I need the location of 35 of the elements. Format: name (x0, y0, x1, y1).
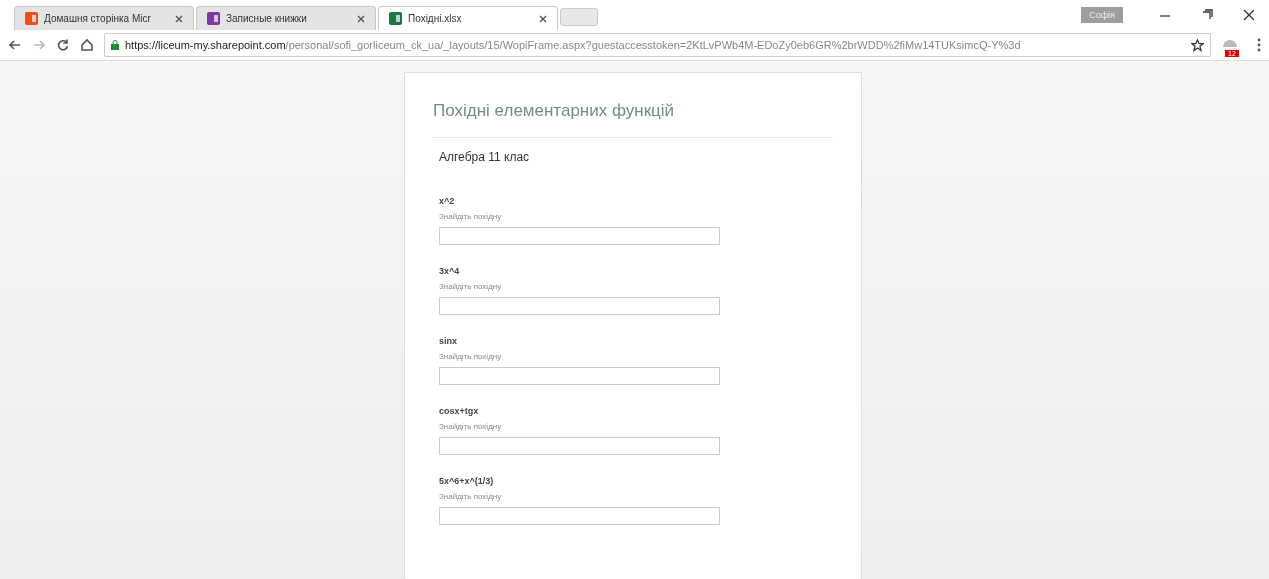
answer-field[interactable] (439, 297, 720, 315)
browser-tab[interactable]: Записные книжки (196, 6, 376, 30)
question-label: x^2 (439, 196, 456, 206)
close-icon[interactable] (1243, 9, 1255, 21)
office-icon (25, 12, 38, 25)
close-icon[interactable] (357, 14, 365, 23)
reload-icon[interactable] (56, 38, 70, 52)
notebook-icon (389, 12, 402, 25)
answer-field[interactable] (439, 437, 720, 455)
question-label: 3x^4 (439, 266, 461, 276)
question-label: cosx+tgx (439, 406, 480, 416)
address-field[interactable]: https://liceum-my.sharepoint.com/personal/sofi_gorliceum_ck_ua/_layouts/15/WopiFrame.aspx?guestaccesstoken=2KtLvPWb4M-EDoZy0eb6GR%2brWDD%2fiMw14TUKsimcQ-Y%3d (104, 33, 1211, 57)
restore-icon[interactable] (1201, 9, 1213, 21)
home-icon[interactable] (80, 38, 94, 52)
question-hint: Знайдіть похідну (439, 282, 503, 291)
browser-tab[interactable]: Похідні.xlsx (378, 6, 558, 30)
question-hint: Знайдіть похідну (439, 422, 503, 431)
menu-icon[interactable] (1257, 38, 1261, 52)
answer-field[interactable] (439, 227, 720, 245)
question-label: sinx (439, 336, 458, 346)
answer-field[interactable] (439, 367, 720, 385)
close-icon[interactable] (175, 14, 183, 23)
question-hint: Знайдіть похідну (439, 352, 503, 361)
question-hint: Знайдіть похідну (439, 212, 503, 221)
close-icon[interactable] (539, 14, 547, 23)
browser-tab[interactable]: Домашня сторінка Micr (14, 6, 194, 30)
form-subtitle: Алгебра 11 клас (439, 150, 531, 164)
back-icon[interactable] (8, 38, 22, 52)
lock-icon (111, 40, 119, 50)
question-label: 5x^6+x^(1/3) (439, 476, 495, 486)
star-icon[interactable] (1191, 38, 1204, 52)
answer-field[interactable] (439, 507, 720, 525)
notebook-icon (207, 12, 220, 25)
form-title: Похідні елементарних функцій (433, 101, 833, 138)
question-hint: Знайдіть похідну (439, 492, 503, 501)
